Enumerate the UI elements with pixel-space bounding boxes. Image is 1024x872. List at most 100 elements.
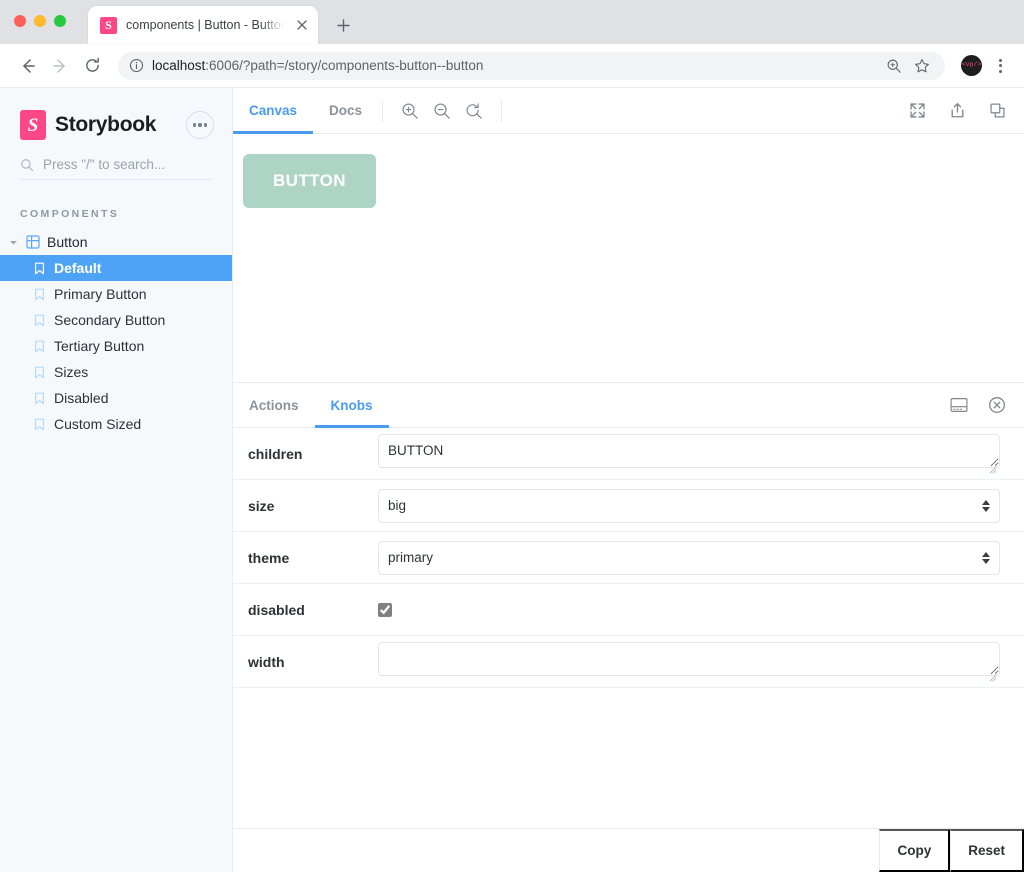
reload-button[interactable] [78,52,106,80]
tab-canvas[interactable]: Canvas [233,88,314,134]
ellipsis-dot [192,123,196,127]
storybook-mark-letter: S [27,114,39,136]
close-tab-icon[interactable] [293,17,310,34]
copy-duplicate-icon[interactable] [984,98,1010,124]
knob-checkbox-disabled[interactable] [378,602,392,617]
url-path: :6006/?path=/story/components-button--bu… [205,58,484,73]
copy-button[interactable]: Copy [879,829,951,872]
knob-field-theme: primary [378,540,1000,575]
story-canvas: BUTTON [233,134,1024,383]
browser-window: S components | Button - Button localhost… [0,0,1024,872]
window-traffic-lights [14,15,66,27]
sidebar-item-label: Custom Sized [54,416,142,432]
knob-select-theme[interactable]: primary [378,540,1000,575]
zoom-reset-icon[interactable] [461,98,487,124]
width-textarea-wrap [378,642,1000,682]
profile-avatar[interactable]: <vp/> [961,55,982,76]
story-tree: Button Default Primary Button Secondary … [0,229,232,437]
zoom-search-icon[interactable] [881,53,907,79]
canvas-toolbar: Canvas Docs [233,88,1024,134]
browser-tab-title: components | Button - Button [126,18,284,32]
knob-label-width: width [248,653,285,670]
knob-label-disabled: disabled [248,601,305,618]
bookmark-icon [34,288,45,301]
knob-select-size[interactable]: big [378,488,1000,523]
panel-position-icon[interactable] [946,392,972,418]
canvas-tabs: Canvas Docs [233,88,378,134]
bookmark-icon [34,262,45,275]
storybook-mark-icon: S [20,110,46,140]
bookmark-icon [34,366,45,379]
address-bar[interactable]: localhost:6006/?path=/story/components-b… [118,51,945,80]
sidebar-menu-button[interactable] [186,111,214,139]
tab-docs[interactable]: Docs [313,88,378,133]
sidebar-item-tertiary-button[interactable]: Tertiary Button [0,333,232,359]
tree-node-button[interactable]: Button [0,229,232,255]
sidebar-item-label: Primary Button [54,286,147,302]
addon-tab-list: Actions Knobs [233,383,389,428]
chevron-down-icon[interactable] [8,238,19,247]
browser-menu-icon[interactable] [988,53,1012,79]
bookmark-icon [34,392,45,405]
knob-row-theme: theme primary [233,532,1024,584]
canvas-toolbar-actions [904,98,1010,124]
tree-node-label: Button [47,234,88,250]
sidebar-item-label: Default [54,260,102,276]
close-window-button[interactable] [14,15,26,27]
addons-panel: Actions Knobs children BUTTON size big t… [233,383,1024,872]
reset-button[interactable]: Reset [950,829,1024,872]
toolbar-divider [501,99,503,122]
theme-select-wrap: primary [378,540,1000,575]
knob-input-width[interactable] [378,642,1000,676]
zoom-in-icon[interactable] [397,98,423,124]
knob-row-disabled: disabled [233,584,1024,636]
addons-panel-tabs: Actions Knobs [233,383,1024,428]
sidebar-item-secondary-button[interactable]: Secondary Button [0,307,232,333]
tab-docs-label: Docs [329,103,363,118]
knob-row-width: width [233,636,1024,688]
storybook-logo[interactable]: S Storybook [20,110,176,140]
back-button[interactable] [14,52,42,80]
knob-field-disabled [378,602,1000,617]
sidebar-item-custom-sized[interactable]: Custom Sized [0,411,232,437]
tab-actions[interactable]: Actions [233,383,315,427]
minimize-window-button[interactable] [34,15,46,27]
size-select-wrap: big [378,488,1000,523]
sidebar-header: S Storybook [0,88,232,140]
sidebar-item-disabled[interactable]: Disabled [0,385,232,411]
sidebar-item-default[interactable]: Default [0,255,232,281]
kebab-dot [998,69,1002,73]
bookmark-star-icon[interactable] [909,53,935,79]
tab-knobs-label: Knobs [330,397,373,413]
storybook-sidebar: S Storybook Press "/" to search... COMPO… [0,88,233,872]
sidebar-item-label: Sizes [54,364,89,380]
forward-button[interactable] [46,52,74,80]
new-tab-button[interactable] [332,14,354,36]
storybook-main: Canvas Docs BUTTON Actions Knobs childre… [233,88,1024,872]
knob-input-children[interactable] [378,434,1000,468]
storybook-title: Storybook [55,113,157,136]
bookmark-icon [34,418,45,431]
close-circle-icon[interactable] [984,392,1010,418]
tab-actions-label: Actions [249,397,299,413]
maximize-window-button[interactable] [54,15,66,27]
children-textarea-wrap [378,434,1000,474]
info-circle-icon[interactable] [129,58,144,73]
zoom-out-icon[interactable] [429,98,455,124]
preview-button[interactable]: BUTTON [243,154,376,208]
sidebar-search[interactable]: Press "/" to search... [20,157,212,180]
fullscreen-expand-icon[interactable] [904,98,930,124]
sidebar-item-label: Secondary Button [54,312,166,328]
sidebar-section-components: COMPONENTS [20,208,120,220]
share-upload-icon[interactable] [944,98,970,124]
knob-row-children: children [233,428,1024,480]
story-list: Default Primary Button Secondary Button … [0,255,232,437]
knob-row-size: size big [233,480,1024,532]
sidebar-item-primary-button[interactable]: Primary Button [0,281,232,307]
storybook-favicon-icon: S [100,16,117,34]
tab-knobs[interactable]: Knobs [314,383,389,428]
sidebar-item-sizes[interactable]: Sizes [0,359,232,385]
grid-component-icon [26,235,40,249]
browser-tab[interactable]: S components | Button - Button [88,6,318,44]
ellipsis-dot [198,123,202,127]
